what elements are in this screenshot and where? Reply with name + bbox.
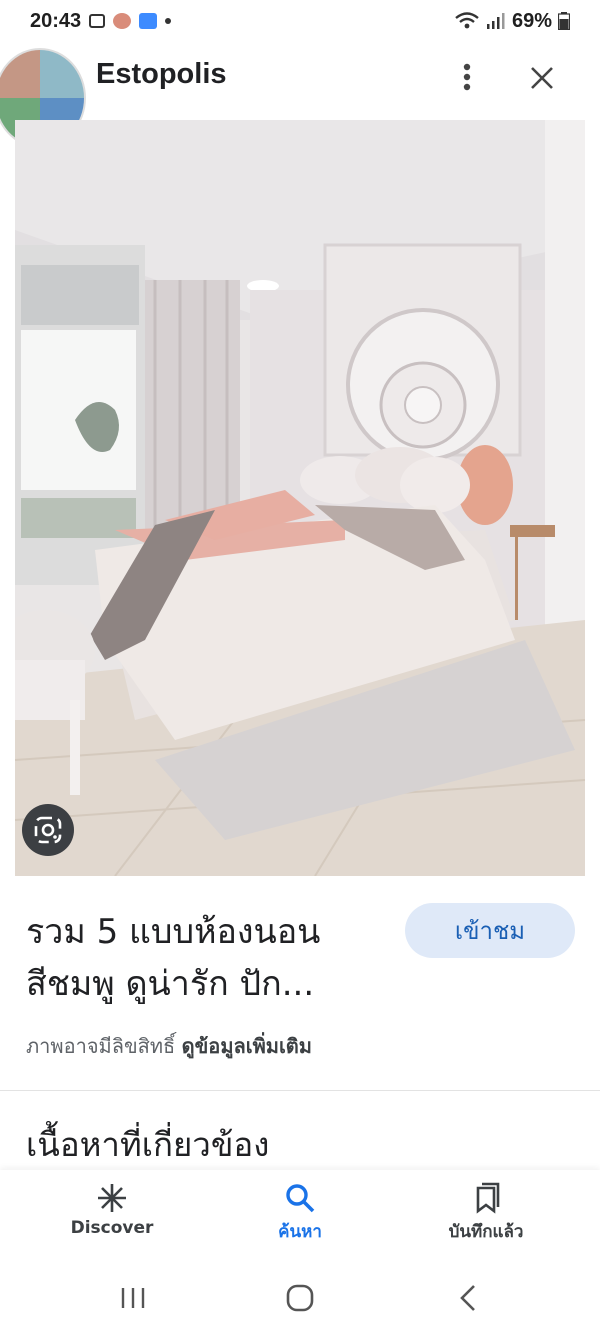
battery-icon: [558, 12, 570, 30]
more-options-button[interactable]: [452, 60, 482, 94]
more-notifications-icon: [165, 18, 172, 24]
wifi-icon: [455, 12, 479, 29]
signal-icon: [486, 13, 505, 29]
recent-apps-button[interactable]: [108, 1280, 158, 1316]
nav-saved[interactable]: บันทึกแล้ว: [396, 1182, 576, 1245]
copyright-notice: ภาพอาจมีลิขสิทธิ์ ดูข้อมูลเพิ่มเติม: [26, 1030, 312, 1062]
more-vert-icon: [463, 63, 471, 91]
system-navigation-bar: [0, 1266, 600, 1333]
section-divider: [0, 1090, 600, 1091]
lens-icon: [34, 816, 62, 844]
nav-saved-label: บันทึกแล้ว: [448, 1222, 524, 1242]
site-name[interactable]: Estopolis: [96, 58, 227, 91]
bottom-navigation: Discover ค้นหา บันทึกแล้ว: [0, 1170, 600, 1266]
nav-discover[interactable]: Discover: [22, 1182, 202, 1238]
copyright-text: ภาพอาจมีลิขสิทธิ์: [26, 1034, 176, 1058]
visit-button[interactable]: เข้าชม: [405, 903, 575, 958]
bookmarks-icon: [476, 1182, 500, 1214]
noveltoon-notification-icon: [139, 13, 158, 29]
close-button[interactable]: [524, 60, 560, 96]
battery-percent: 69%: [511, 9, 552, 32]
bedroom-photo: [15, 120, 585, 876]
result-title-line2: สีชมพู ดูน่ารัก ปัก...: [26, 964, 315, 1004]
close-icon: [531, 67, 553, 89]
nav-search-label: ค้นหา: [278, 1222, 322, 1242]
more-info-link[interactable]: ดูข้อมูลเพิ่มเติม: [182, 1034, 312, 1058]
nav-search[interactable]: ค้นหา: [210, 1182, 390, 1245]
google-lens-button[interactable]: [22, 804, 74, 856]
avatar-quadrant: [40, 50, 84, 98]
home-button[interactable]: [275, 1280, 325, 1316]
back-button[interactable]: [443, 1280, 493, 1316]
back-icon: [460, 1285, 475, 1311]
status-bar: 20:43 69%: [0, 0, 600, 42]
result-image[interactable]: [15, 120, 585, 876]
nav-discover-label: Discover: [70, 1218, 154, 1238]
status-time: 20:43: [30, 9, 82, 32]
related-content-heading: เนื้อหาที่เกี่ยวข้อง: [26, 1125, 270, 1164]
asterisk-icon: [98, 1184, 126, 1212]
result-title[interactable]: รวม 5 แบบห้องนอน สีชมพู ดูน่ารัก ปัก...: [26, 906, 396, 1010]
home-icon: [286, 1284, 314, 1312]
recent-apps-icon: [121, 1288, 145, 1308]
header: Estopolis: [0, 44, 600, 148]
status-right: 69%: [454, 10, 570, 33]
search-icon: [286, 1184, 315, 1213]
avatar-quadrant: [0, 50, 40, 98]
gallery-notification-icon: [89, 14, 106, 28]
result-title-line1: รวม 5 แบบห้องนอน: [26, 912, 321, 952]
app-notification-icon: [113, 13, 132, 29]
status-left: 20:43: [30, 9, 172, 33]
